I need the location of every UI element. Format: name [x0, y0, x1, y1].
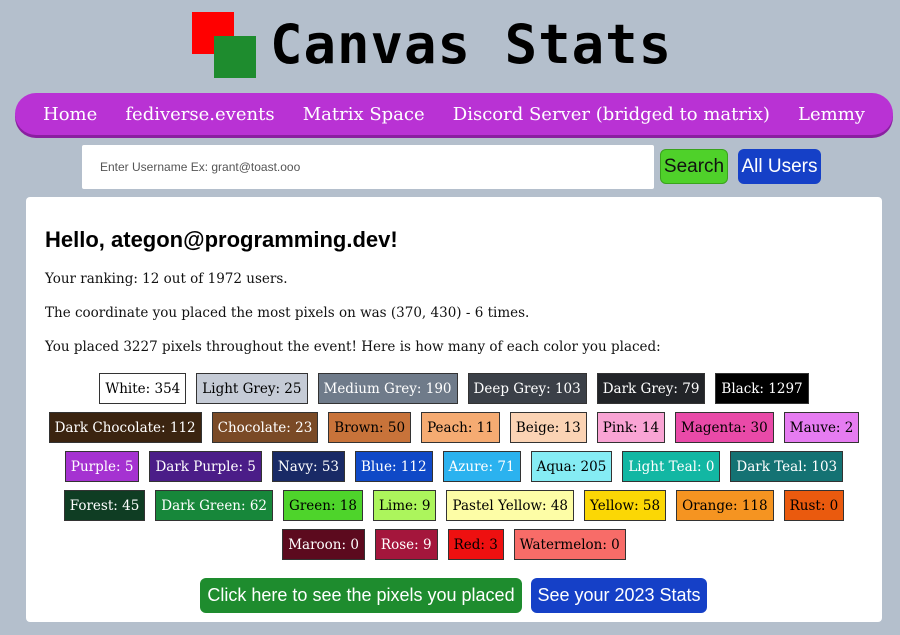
- color-count-chip: Maroon: 0: [282, 529, 365, 560]
- color-count-chip: Medium Grey: 190: [317, 373, 458, 404]
- color-count-chip: Orange: 118: [676, 490, 774, 521]
- color-count-chip: Red: 3: [447, 529, 504, 560]
- nav-lemmy[interactable]: Lemmy: [798, 104, 865, 125]
- color-count-chip: Rose: 9: [374, 529, 438, 560]
- color-chip-row: Dark Chocolate: 112 Chocolate: 23 Brown: 5…: [26, 412, 882, 443]
- nav-matrix-space[interactable]: Matrix Space: [303, 104, 425, 125]
- color-count-chip: Light Teal: 0: [622, 451, 721, 482]
- username-search-input[interactable]: [82, 145, 654, 189]
- color-count-chip: Beige: 13: [509, 412, 587, 443]
- color-count-chip: Chocolate: 23: [211, 412, 319, 443]
- color-count-chip: Forest: 45: [63, 490, 146, 521]
- nav-discord-server[interactable]: Discord Server (bridged to matrix): [453, 104, 770, 125]
- color-count-chip: Rust: 0: [783, 490, 845, 521]
- color-chip-row: Purple: 5 Dark Purple: 5 Navy: 53 Blue: 112…: [26, 451, 882, 482]
- color-count-chip: Blue: 112: [355, 451, 433, 482]
- color-count-chip: Watermelon: 0: [513, 529, 626, 560]
- site-logo: Canvas Stats: [192, 12, 712, 82]
- color-count-chip: Mauve: 2: [783, 412, 860, 443]
- color-count-chip: Magenta: 30: [675, 412, 774, 443]
- color-count-chip: White: 354: [99, 373, 187, 404]
- color-count-chip: Green: 18: [283, 490, 363, 521]
- color-count-chip: Peach: 11: [421, 412, 500, 443]
- color-count-chip: Aqua: 205: [530, 451, 613, 482]
- nav-fediverse-events[interactable]: fediverse.events: [125, 104, 274, 125]
- color-count-chip: Yellow: 58: [584, 490, 667, 521]
- color-count-chip: Dark Green: 62: [155, 490, 274, 521]
- ranking-text: Your ranking: 12 out of 1972 users.: [45, 271, 288, 287]
- pixels-placed-text: You placed 3227 pixels throughout the ev…: [45, 339, 661, 355]
- color-count-chip: Navy: 53: [271, 451, 346, 482]
- all-users-button[interactable]: All Users: [738, 149, 821, 184]
- color-count-chip: Dark Teal: 103: [730, 451, 844, 482]
- color-count-chip: Lime: 9: [372, 490, 437, 521]
- color-chip-row: Maroon: 0 Rose: 9 Red: 3 Watermelon: 0: [26, 529, 882, 560]
- color-count-chip: Dark Purple: 5: [149, 451, 262, 482]
- color-count-chip: Dark Chocolate: 112: [48, 412, 202, 443]
- color-chip-row: Forest: 45 Dark Green: 62 Green: 18 Lime: 9…: [26, 490, 882, 521]
- color-count-chip: Pastel Yellow: 48: [446, 490, 575, 521]
- color-count-chip: Dark Grey: 79: [596, 373, 706, 404]
- search-button[interactable]: Search: [660, 149, 728, 184]
- site-title: Canvas Stats: [270, 13, 673, 76]
- color-count-chip: Brown: 50: [328, 412, 412, 443]
- logo-green-square: [214, 36, 256, 78]
- main-nav: Home fediverse.events Matrix Space Disco…: [15, 93, 893, 135]
- color-count-chip: Black: 1297: [715, 373, 809, 404]
- color-count-chip: Deep Grey: 103: [467, 373, 587, 404]
- color-chip-row: White: 354 Light Grey: 25 Medium Grey: 190…: [26, 373, 882, 404]
- greeting-heading: Hello, ategon@programming.dev!: [45, 227, 398, 252]
- color-count-list: White: 354 Light Grey: 25 Medium Grey: 190…: [26, 373, 882, 568]
- color-count-chip: Light Grey: 25: [196, 373, 308, 404]
- color-count-chip: Azure: 71: [442, 451, 521, 482]
- view-placed-pixels-button[interactable]: Click here to see the pixels you placed: [200, 578, 522, 613]
- see-2023-stats-button[interactable]: See your 2023 Stats: [531, 578, 707, 613]
- coordinate-text: The coordinate you placed the most pixel…: [45, 305, 530, 321]
- nav-home[interactable]: Home: [43, 104, 97, 125]
- stats-card: Hello, ategon@programming.dev! Your rank…: [26, 197, 882, 622]
- color-count-chip: Purple: 5: [64, 451, 140, 482]
- color-count-chip: Pink: 14: [596, 412, 666, 443]
